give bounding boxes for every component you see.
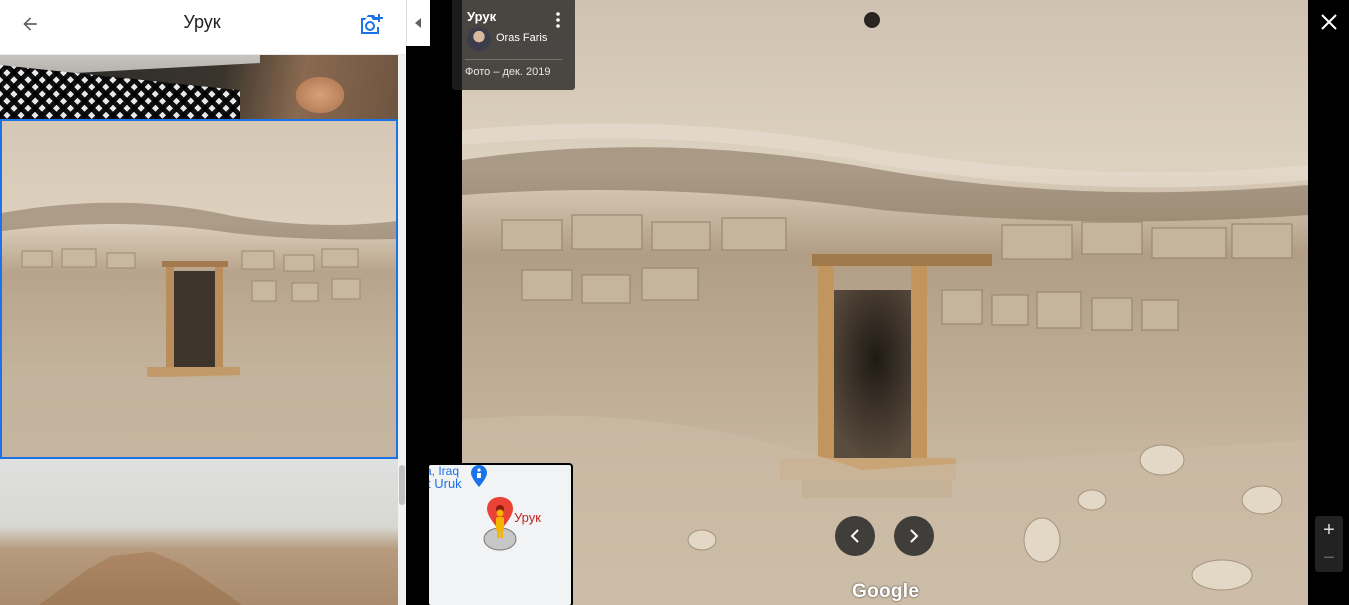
zoom-out-button[interactable]: − bbox=[1315, 544, 1343, 572]
map-poi-pin-icon[interactable] bbox=[471, 465, 487, 487]
chevron-right-icon bbox=[910, 529, 919, 543]
more-vert-icon bbox=[556, 12, 560, 28]
thumbnail-image-part bbox=[20, 551, 260, 605]
chevron-left-icon bbox=[414, 18, 421, 28]
back-button[interactable] bbox=[14, 8, 46, 40]
google-logo: Google bbox=[852, 581, 920, 602]
more-options-button[interactable] bbox=[547, 9, 569, 31]
panel-header: Урук bbox=[0, 0, 406, 55]
add-photo-camera-icon bbox=[361, 14, 383, 34]
photo-viewer[interactable]: Google + − a, Iraq t Uruk Урук bbox=[406, 0, 1349, 605]
photo-date: Фото – дек. 2019 bbox=[465, 66, 551, 78]
next-photo-button[interactable] bbox=[894, 516, 934, 556]
thumbnail-image bbox=[2, 121, 396, 457]
main-photo-image bbox=[462, 0, 1308, 605]
zoom-in-button[interactable]: + bbox=[1315, 516, 1343, 544]
zoom-control: + − bbox=[1315, 516, 1343, 572]
panel-scrollbar[interactable] bbox=[398, 55, 406, 605]
arrow-back-icon bbox=[23, 17, 37, 31]
minimap[interactable]: a, Iraq t Uruk Урук bbox=[427, 463, 573, 605]
scrollbar-thumb[interactable] bbox=[399, 465, 405, 505]
map-label-place[interactable]: t Uruk bbox=[429, 477, 462, 491]
photo-panel: Урук bbox=[0, 0, 406, 605]
map-label-current-place: Урук bbox=[514, 510, 541, 525]
photo-thumbnail[interactable] bbox=[0, 459, 398, 605]
main-photo[interactable] bbox=[462, 0, 1308, 605]
photo-thumbnail[interactable] bbox=[0, 55, 398, 119]
divider bbox=[465, 59, 562, 60]
chevron-left-icon bbox=[850, 529, 859, 543]
add-photo-button[interactable] bbox=[356, 8, 388, 40]
previous-photo-button[interactable] bbox=[835, 516, 875, 556]
collapse-panel-button[interactable] bbox=[406, 0, 430, 46]
photo-info-card: Урук Oras Faris Фото – дек. 2019 bbox=[452, 0, 575, 90]
panel-title: Урук bbox=[183, 12, 221, 32]
pegman-location-icon bbox=[483, 497, 517, 551]
photo-author[interactable]: Oras Faris bbox=[496, 32, 547, 44]
close-icon bbox=[1321, 14, 1337, 30]
photo-place-title[interactable]: Урук bbox=[467, 9, 496, 24]
photo-thumbnail-selected[interactable] bbox=[0, 119, 398, 459]
author-avatar[interactable] bbox=[467, 27, 491, 51]
close-viewer-button[interactable] bbox=[1317, 10, 1341, 34]
